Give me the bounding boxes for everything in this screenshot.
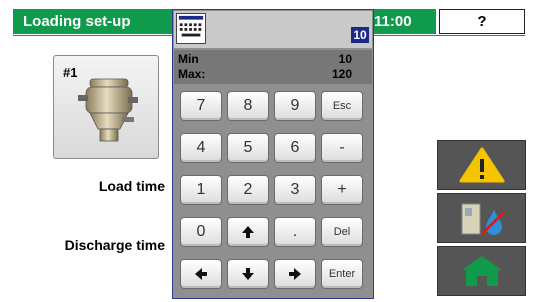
home-button[interactable] <box>437 246 526 296</box>
key-up[interactable] <box>227 217 269 247</box>
key-1[interactable]: 1 <box>180 175 222 205</box>
key-esc[interactable]: Esc <box>321 91 363 121</box>
key-7[interactable]: 7 <box>180 91 222 121</box>
arrow-down-icon <box>242 268 254 280</box>
min-label: Min <box>178 52 199 66</box>
dryer-water-off-icon <box>461 203 505 236</box>
load-time-label: Load time <box>98 178 165 194</box>
warning-icon <box>459 147 504 183</box>
alarm-button[interactable] <box>437 140 526 190</box>
key-enter[interactable]: Enter <box>321 259 363 289</box>
arrow-up-icon <box>242 226 254 238</box>
key-4[interactable]: 4 <box>180 133 222 163</box>
key-3[interactable]: 3 <box>274 175 316 205</box>
key-left[interactable] <box>180 259 222 289</box>
min-value: 10 <box>338 52 352 66</box>
key-dot[interactable]: . <box>274 217 316 247</box>
max-value: 120 <box>331 67 352 81</box>
key-8[interactable]: 8 <box>227 91 269 121</box>
clock: 11:00 <box>368 9 436 34</box>
key-right[interactable] <box>274 259 316 289</box>
key-plus[interactable]: + <box>321 175 363 205</box>
loader-unit-icon <box>78 78 138 142</box>
window-title: Loading set-up <box>13 9 172 34</box>
home-icon <box>461 256 502 286</box>
key-down[interactable] <box>227 259 269 289</box>
key-0[interactable]: 0 <box>180 217 222 247</box>
arrow-left-icon <box>195 268 207 280</box>
key-9[interactable]: 9 <box>274 91 316 121</box>
unit-number: #1 <box>63 65 78 80</box>
min-row: Min 10 <box>178 52 352 66</box>
dryer-water-button[interactable] <box>437 193 526 243</box>
keyboard-icon[interactable] <box>176 13 206 44</box>
key-del[interactable]: Del <box>321 217 363 247</box>
discharge-time-label: Discharge time <box>64 237 165 253</box>
arrow-right-icon <box>289 268 301 280</box>
max-row: Max: 120 <box>178 67 352 81</box>
help-button[interactable]: ? <box>439 9 525 34</box>
keypad-current-value: 10 <box>351 27 369 43</box>
key-5[interactable]: 5 <box>227 133 269 163</box>
key-6[interactable]: 6 <box>274 133 316 163</box>
max-label: Max: <box>178 67 206 81</box>
key-2[interactable]: 2 <box>227 175 269 205</box>
key-minus[interactable]: - <box>321 133 363 163</box>
keypad-limits: Min 10 Max: 120 <box>174 50 372 84</box>
